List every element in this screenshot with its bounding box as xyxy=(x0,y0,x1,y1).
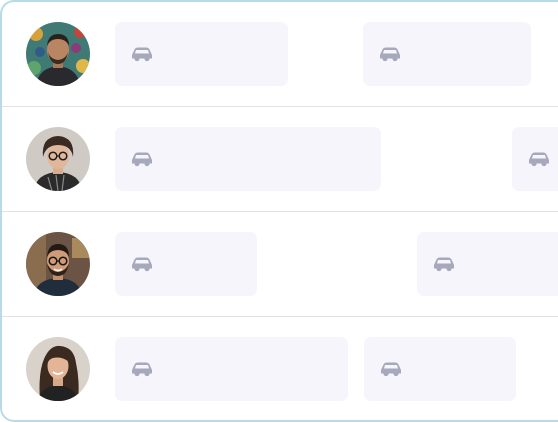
row-divider xyxy=(2,316,558,317)
ride-block[interactable] xyxy=(363,22,531,86)
car-icon xyxy=(129,359,155,377)
avatar-photo xyxy=(26,127,90,191)
car-icon xyxy=(431,254,457,272)
schedule-panel xyxy=(0,0,558,422)
car-icon xyxy=(129,44,155,62)
ride-block[interactable] xyxy=(115,22,288,86)
ride-block[interactable] xyxy=(115,127,381,191)
car-icon xyxy=(378,359,404,377)
avatar[interactable] xyxy=(26,22,90,86)
row-divider xyxy=(2,211,558,212)
avatar-photo xyxy=(26,232,90,296)
ride-block[interactable] xyxy=(115,337,348,401)
ride-block[interactable] xyxy=(364,337,516,401)
avatar-photo xyxy=(26,337,90,401)
ride-block[interactable] xyxy=(115,232,257,296)
car-icon xyxy=(129,149,155,167)
avatar-photo xyxy=(26,22,90,86)
avatar[interactable] xyxy=(26,337,90,401)
ride-block[interactable] xyxy=(417,232,558,296)
avatar[interactable] xyxy=(26,127,90,191)
avatar[interactable] xyxy=(26,232,90,296)
row-divider xyxy=(2,106,558,107)
ride-block[interactable] xyxy=(512,127,558,191)
car-icon xyxy=(526,149,552,167)
car-icon xyxy=(377,44,403,62)
car-icon xyxy=(129,254,155,272)
